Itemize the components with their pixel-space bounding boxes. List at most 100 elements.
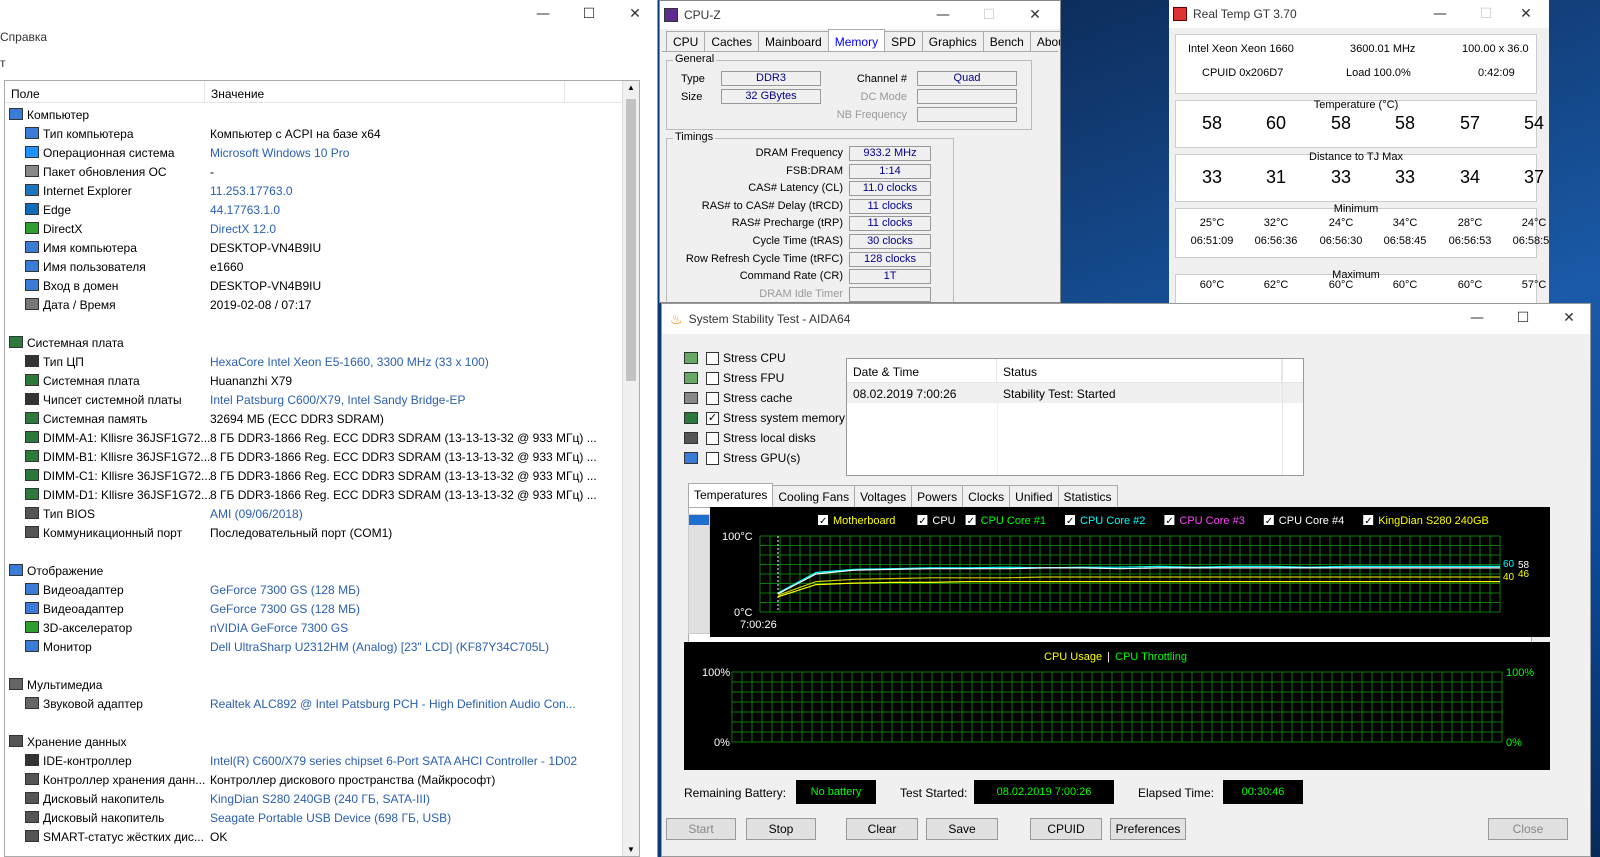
cpuz-tab-mainboard[interactable]: Mainboard — [758, 31, 829, 51]
col-value-header[interactable]: Значение — [205, 81, 565, 102]
legend-item[interactable]: ✓ KingDian S280 240GB — [1363, 515, 1489, 527]
temp-panel-scroll[interactable] — [688, 514, 710, 634]
clear-button[interactable]: Clear — [846, 818, 918, 840]
minimize-button[interactable]: — — [520, 0, 566, 28]
table-row[interactable]: Чипсет системной платы Intel Patsburg C60… — [5, 390, 625, 409]
table-row[interactable]: 3D-акселератор nVIDIA GeForce 7300 GS — [5, 618, 625, 637]
cpuz-tab-spd[interactable]: SPD — [884, 31, 923, 51]
field-value[interactable]: HexaCore Intel Xeon E5-1660, 3300 MHz (3… — [210, 355, 489, 369]
table-row[interactable]: Дата / Время 2019-02-08 / 07:17 — [5, 295, 625, 314]
stability-minimize-button[interactable]: — — [1454, 304, 1500, 332]
tab-clocks[interactable]: Clocks — [962, 485, 1011, 507]
legend-item[interactable]: ✓ CPU Core #4 — [1263, 515, 1344, 527]
tab-voltages[interactable]: Voltages — [854, 485, 913, 507]
category-row[interactable]: Хранение данных — [5, 732, 625, 751]
table-row[interactable]: Видеоадаптер GeForce 7300 GS (128 МБ) — [5, 599, 625, 618]
tab-temperatures[interactable]: Temperatures — [688, 483, 774, 507]
cpuz-tab-cpu[interactable]: CPU — [666, 31, 706, 51]
field-value[interactable]: 44.17763.1.0 — [210, 203, 280, 217]
stress-option[interactable]: Stress CPU — [684, 351, 786, 365]
cpuz-tab-bench[interactable]: Bench — [982, 31, 1031, 51]
table-row[interactable]: Звуковой адаптер Realtek ALC892 @ Intel P… — [5, 694, 625, 713]
tab-powers[interactable]: Powers — [911, 485, 964, 507]
field-value[interactable]: Microsoft Windows 10 Pro — [210, 146, 349, 160]
table-row[interactable]: Internet Explorer 11.253.17763.0 — [5, 181, 625, 200]
checkbox[interactable]: ✓ — [706, 411, 719, 425]
scroll-thumb[interactable] — [626, 99, 636, 381]
cpuz-tab-about[interactable]: About — [1029, 31, 1060, 51]
field-value[interactable]: Seagate Portable USB Device (698 ГБ, USB… — [210, 811, 451, 825]
tab-cooling-fans[interactable]: Cooling Fans — [772, 485, 856, 507]
field-value[interactable]: GeForce 7300 GS (128 МБ) — [210, 583, 360, 597]
menu-help[interactable]: Справка — [0, 30, 47, 50]
temp-panel-scroll-thumb[interactable] — [689, 515, 709, 525]
cpuid-button[interactable]: CPUID — [1030, 818, 1102, 840]
scroll-down-icon[interactable]: ▼ — [627, 845, 635, 854]
col-field-header[interactable]: Поле — [5, 81, 205, 102]
legend-item[interactable]: ✓ CPU Core #1 — [965, 515, 1046, 527]
table-row[interactable]: DIMM-A1: Kllisre 36JSF1G72... 8 ГБ DDR3-1… — [5, 428, 625, 447]
legend-item[interactable]: ✓ CPU Core #3 — [1164, 515, 1245, 527]
log-row[interactable]: 08.02.2019 7:00:26 Stability Test: Start… — [847, 383, 1303, 403]
checkbox[interactable] — [706, 351, 719, 365]
table-row[interactable]: DirectX DirectX 12.0 — [5, 219, 625, 238]
cpuz-close-button[interactable]: ✕ — [1012, 1, 1058, 29]
checkbox[interactable] — [706, 451, 719, 465]
legend-item[interactable]: ✓ CPU — [917, 515, 956, 527]
save-button[interactable]: Save — [926, 818, 998, 840]
stress-option[interactable]: Stress FPU — [684, 371, 784, 385]
table-row[interactable]: Коммуникационный порт Последовательный по… — [5, 523, 625, 542]
table-row[interactable]: Монитор Dell UltraSharp U2312HM (Analog) … — [5, 637, 625, 656]
field-value[interactable]: AMI (09/06/2018) — [210, 507, 303, 521]
table-row[interactable]: Имя пользователя e1660 — [5, 257, 625, 276]
table-row[interactable]: Дисковый накопитель KingDian S280 240GB (… — [5, 789, 625, 808]
maximize-button[interactable]: ☐ — [566, 0, 612, 28]
legend-item[interactable]: ✓ Motherboard — [818, 515, 895, 527]
table-row[interactable]: Тип ЦП HexaCore Intel Xeon E5-1660, 3300 … — [5, 352, 625, 371]
realtemp-minimize-button[interactable]: — — [1417, 0, 1463, 28]
stress-option[interactable]: ✓ Stress system memory — [684, 411, 845, 425]
field-value[interactable]: Intel(R) C600/X79 series chipset 6-Port … — [210, 754, 577, 768]
table-row[interactable]: Edge 44.17763.1.0 — [5, 200, 625, 219]
preferences-button[interactable]: Preferences — [1110, 818, 1186, 840]
field-value[interactable]: Intel Patsburg C600/X79, Intel Sandy Bri… — [210, 393, 466, 407]
field-value[interactable]: KingDian S280 240GB (240 ГБ, SATA-III) — [210, 792, 430, 806]
stability-close-button[interactable]: ✕ — [1546, 304, 1590, 332]
table-row[interactable]: Имя компьютера DESKTOP-VN4B9IU — [5, 238, 625, 257]
category-row[interactable]: Мультимедиа — [5, 675, 625, 694]
table-row[interactable]: Дисковый накопитель Seagate Portable USB … — [5, 808, 625, 827]
category-row[interactable]: Компьютер — [5, 105, 625, 124]
scroll-up-icon[interactable]: ▲ — [627, 83, 635, 92]
table-row[interactable]: Операционная система Microsoft Windows 10… — [5, 143, 625, 162]
table-row[interactable]: Тип компьютера Компьютер с ACPI на базе x… — [5, 124, 625, 143]
field-value[interactable]: GeForce 7300 GS (128 МБ) — [210, 602, 360, 616]
table-row[interactable]: Вход в домен DESKTOP-VN4B9IU — [5, 276, 625, 295]
cpuz-tab-caches[interactable]: Caches — [704, 31, 760, 51]
table-row[interactable]: Системная память 32694 МБ (ECC DDR3 SDRAM… — [5, 409, 625, 428]
field-value[interactable]: Dell UltraSharp U2312HM (Analog) [23" LC… — [210, 640, 549, 654]
table-row[interactable]: Контроллер хранения данн... Контроллер ди… — [5, 770, 625, 789]
stress-option[interactable]: Stress local disks — [684, 431, 816, 445]
tab-unified[interactable]: Unified — [1009, 485, 1059, 507]
field-value[interactable]: 11.253.17763.0 — [210, 184, 293, 198]
checkbox[interactable] — [706, 371, 719, 385]
cpuz-tab-graphics[interactable]: Graphics — [921, 31, 984, 51]
log-col-date[interactable]: Date & Time — [847, 359, 997, 382]
stop-button[interactable]: Stop — [746, 818, 816, 840]
cpuz-minimize-button[interactable]: — — [920, 1, 966, 29]
table-row[interactable]: DIMM-C1: Kllisre 36JSF1G72... 8 ГБ DDR3-1… — [5, 466, 625, 485]
checkbox[interactable] — [706, 391, 719, 405]
checkbox[interactable] — [706, 431, 719, 445]
stress-option[interactable]: Stress cache — [684, 391, 792, 405]
vertical-scrollbar[interactable]: ▲ ▼ — [622, 81, 639, 856]
table-row[interactable]: Тип BIOS AMI (09/06/2018) — [5, 504, 625, 523]
legend-item[interactable]: ✓ CPU Core #2 — [1065, 515, 1145, 527]
category-row[interactable]: Системная плата — [5, 333, 625, 352]
table-row[interactable]: SMART-статус жёстких дис... OK — [5, 827, 625, 846]
table-row[interactable]: Системная плата Huananzhi X79 — [5, 371, 625, 390]
cpuz-tab-memory[interactable]: Memory — [827, 29, 886, 51]
table-row[interactable]: DIMM-B1: Kllisre 36JSF1G72... 8 ГБ DDR3-1… — [5, 447, 625, 466]
log-col-status[interactable]: Status — [997, 359, 1282, 382]
table-row[interactable]: Видеоадаптер GeForce 7300 GS (128 МБ) — [5, 580, 625, 599]
table-row[interactable]: DIMM-D1: Kllisre 36JSF1G72... 8 ГБ DDR3-1… — [5, 485, 625, 504]
